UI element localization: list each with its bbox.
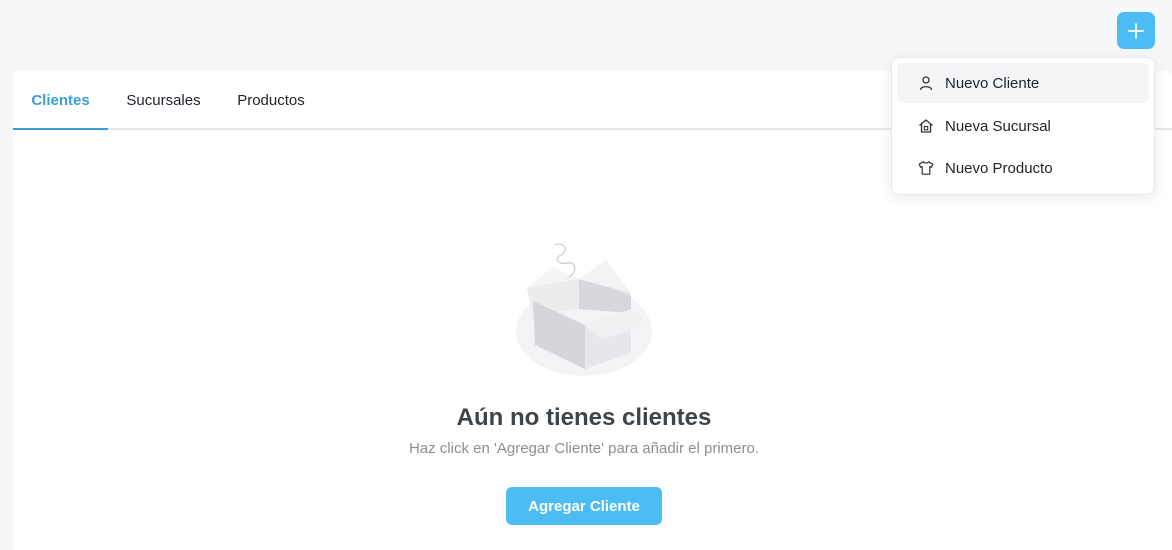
shirt-icon: [917, 159, 935, 177]
empty-state-subtitle: Haz click en 'Agregar Cliente' para añad…: [408, 440, 760, 457]
add-client-button[interactable]: Agregar Cliente: [506, 487, 662, 525]
add-button[interactable]: [1117, 12, 1155, 49]
plus-icon: [1127, 22, 1145, 40]
menu-item-new-product[interactable]: Nuevo Producto: [897, 148, 1149, 188]
user-icon: [917, 74, 935, 92]
tab-sucursales[interactable]: Sucursales: [114, 71, 213, 130]
active-tab-indicator: [13, 128, 108, 130]
tab-clientes[interactable]: Clientes: [13, 71, 108, 130]
new-item-menu: Nuevo Cliente Nueva Sucursal Nuevo Produ…: [891, 57, 1155, 195]
menu-item-label: Nuevo Cliente: [945, 74, 1040, 92]
empty-state-title: Aún no tienes clientes: [456, 404, 712, 431]
tab-productos[interactable]: Productos: [226, 71, 316, 130]
empty-box-illustration: [513, 241, 655, 379]
menu-item-new-client[interactable]: Nuevo Cliente: [897, 63, 1149, 103]
menu-item-label: Nuevo Producto: [945, 159, 1053, 177]
menu-item-label: Nueva Sucursal: [945, 117, 1051, 135]
home-icon: [917, 117, 935, 135]
menu-item-new-branch[interactable]: Nueva Sucursal: [897, 106, 1149, 146]
